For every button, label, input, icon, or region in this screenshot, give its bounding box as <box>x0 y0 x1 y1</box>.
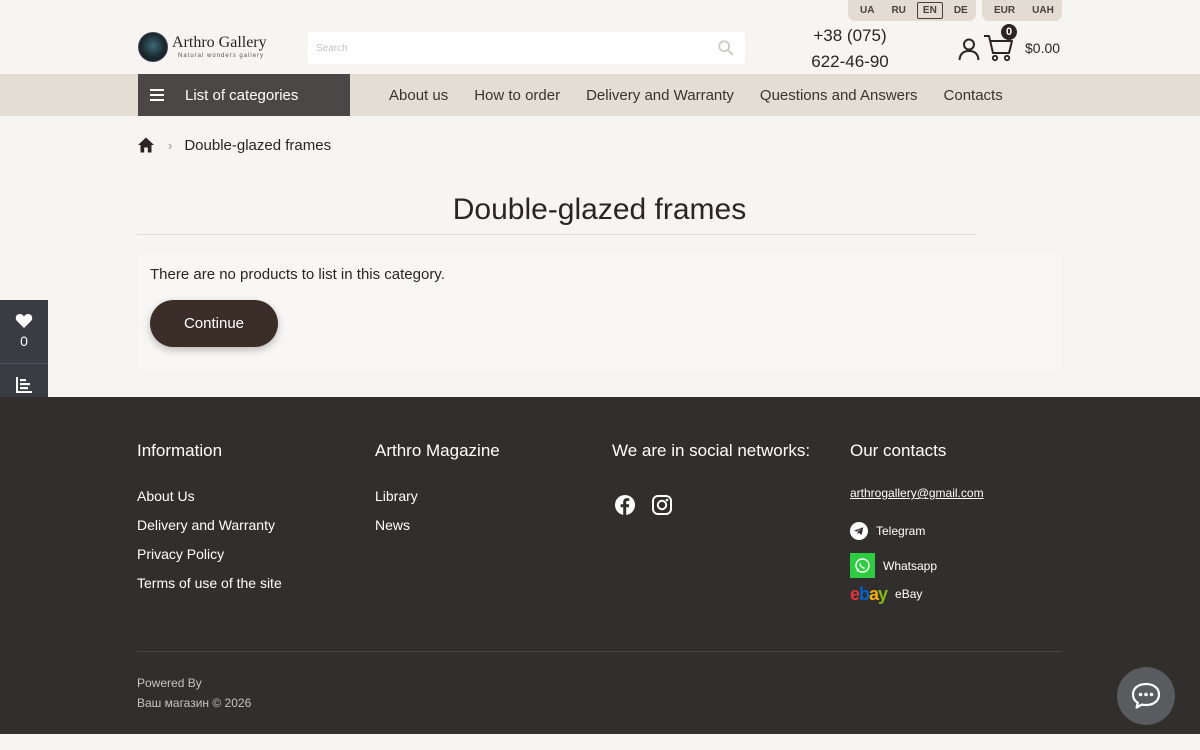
lang-ua[interactable]: UA <box>854 2 880 19</box>
footer-link-delivery[interactable]: Delivery and Warranty <box>137 517 275 533</box>
footer-link-about-us[interactable]: About Us <box>137 488 195 504</box>
nav-links: About us How to order Delivery and Warra… <box>376 74 1016 116</box>
title-divider <box>137 234 977 235</box>
home-icon[interactable] <box>137 136 155 154</box>
lang-en[interactable]: EN <box>916 2 943 19</box>
continue-button[interactable]: Continue <box>150 300 278 347</box>
wishlist-count: 0 <box>20 333 28 349</box>
cart-total[interactable]: $0.00 <box>1025 40 1060 56</box>
lang-de[interactable]: DE <box>948 2 974 19</box>
contact-telegram[interactable]: Telegram <box>850 522 925 540</box>
footer-heading-magazine: Arthro Magazine <box>375 441 500 460</box>
wishlist-widget[interactable]: 0 <box>0 300 48 362</box>
search-box <box>308 32 745 64</box>
footer-magazine: Arthro Magazine <box>375 441 500 461</box>
nav-about-us[interactable]: About us <box>389 87 448 104</box>
telegram-label: Telegram <box>876 524 926 538</box>
account-icon[interactable] <box>956 36 982 62</box>
categories-menu-button[interactable]: List of categories <box>138 74 350 116</box>
cart-count-badge: 0 <box>1001 24 1017 40</box>
copyright: Ваш магазин © 2026 <box>137 696 252 710</box>
page-bottom-edge <box>0 734 1200 750</box>
lang-ru[interactable]: RU <box>885 2 911 19</box>
page-title: Double-glazed frames <box>452 193 747 226</box>
ebay-logo-icon: ebay <box>850 584 888 604</box>
search-input[interactable] <box>308 32 708 64</box>
footer-link-library[interactable]: Library <box>375 488 418 504</box>
whatsapp-icon <box>850 553 875 578</box>
currency-uah[interactable]: UAH <box>1026 2 1060 19</box>
phone-line-1: +38 (075) <box>813 26 887 45</box>
categories-label: List of categories <box>185 86 299 104</box>
chat-bubble-icon <box>1131 682 1161 709</box>
whatsapp-label: Whatsapp <box>883 558 938 573</box>
ebay-label: eBay <box>895 587 923 601</box>
empty-category-message: There are no products to list in this ca… <box>150 266 445 283</box>
contact-ebay[interactable]: ebay eBay <box>850 584 922 604</box>
breadcrumb-separator-icon: › <box>168 137 173 153</box>
heart-icon <box>15 314 33 328</box>
currency-eur[interactable]: EUR <box>988 2 1021 19</box>
phone-number[interactable]: +38 (075) 622-46-90 <box>800 23 900 75</box>
currency-switcher: EUR UAH <box>982 0 1062 21</box>
search-icon[interactable] <box>717 39 735 57</box>
footer-social: We are in social networks: <box>612 441 810 461</box>
breadcrumb-current: Double-glazed frames <box>184 136 332 154</box>
footer-credits: Powered By Ваш магазин © 2026 <box>137 673 251 713</box>
nav-how-to-order[interactable]: How to order <box>474 87 560 104</box>
content-panel: There are no products to list in this ca… <box>137 252 1062 372</box>
language-switcher: UA RU EN DE <box>848 0 976 21</box>
instagram-icon[interactable] <box>651 494 673 516</box>
footer-link-news[interactable]: News <box>375 517 410 533</box>
footer-information: Information <box>137 441 222 461</box>
contact-email-link[interactable]: arthrogallery@gmail.com <box>850 486 984 500</box>
header: Arthro Gallery Natural wonders gallery U… <box>0 0 1200 74</box>
powered-by: Powered By <box>137 676 202 690</box>
phone-line-2: 622-46-90 <box>811 52 889 71</box>
footer-heading-contacts: Our contacts <box>850 441 947 460</box>
main-nav: List of categories About us How to order… <box>0 74 1200 116</box>
nav-delivery-warranty[interactable]: Delivery and Warranty <box>586 87 734 104</box>
compare-chart-icon <box>16 377 32 393</box>
nav-contacts[interactable]: Contacts <box>944 87 1003 104</box>
footer-link-privacy[interactable]: Privacy Policy <box>137 546 224 562</box>
footer-heading-social: We are in social networks: <box>612 441 811 460</box>
footer-heading-information: Information <box>137 441 223 460</box>
breadcrumb: › Double-glazed frames <box>137 136 331 154</box>
facebook-icon[interactable] <box>614 494 636 516</box>
logo-subtitle: Natural wonders gallery <box>178 53 265 59</box>
contact-whatsapp[interactable]: Whatsapp <box>850 553 937 578</box>
footer-link-terms[interactable]: Terms of use of the site <box>137 575 282 591</box>
logo-emblem-icon <box>138 32 168 62</box>
site-logo[interactable]: Arthro Gallery Natural wonders gallery <box>138 32 267 62</box>
footer-divider <box>137 651 1062 652</box>
telegram-icon <box>850 522 868 540</box>
chat-widget-button[interactable] <box>1117 667 1175 725</box>
nav-questions-answers[interactable]: Questions and Answers <box>760 87 918 104</box>
hamburger-icon <box>150 89 164 101</box>
footer: Information About Us Delivery and Warran… <box>0 397 1200 734</box>
logo-title: Arthro Gallery <box>172 34 267 51</box>
footer-contacts: Our contacts <box>850 441 946 461</box>
